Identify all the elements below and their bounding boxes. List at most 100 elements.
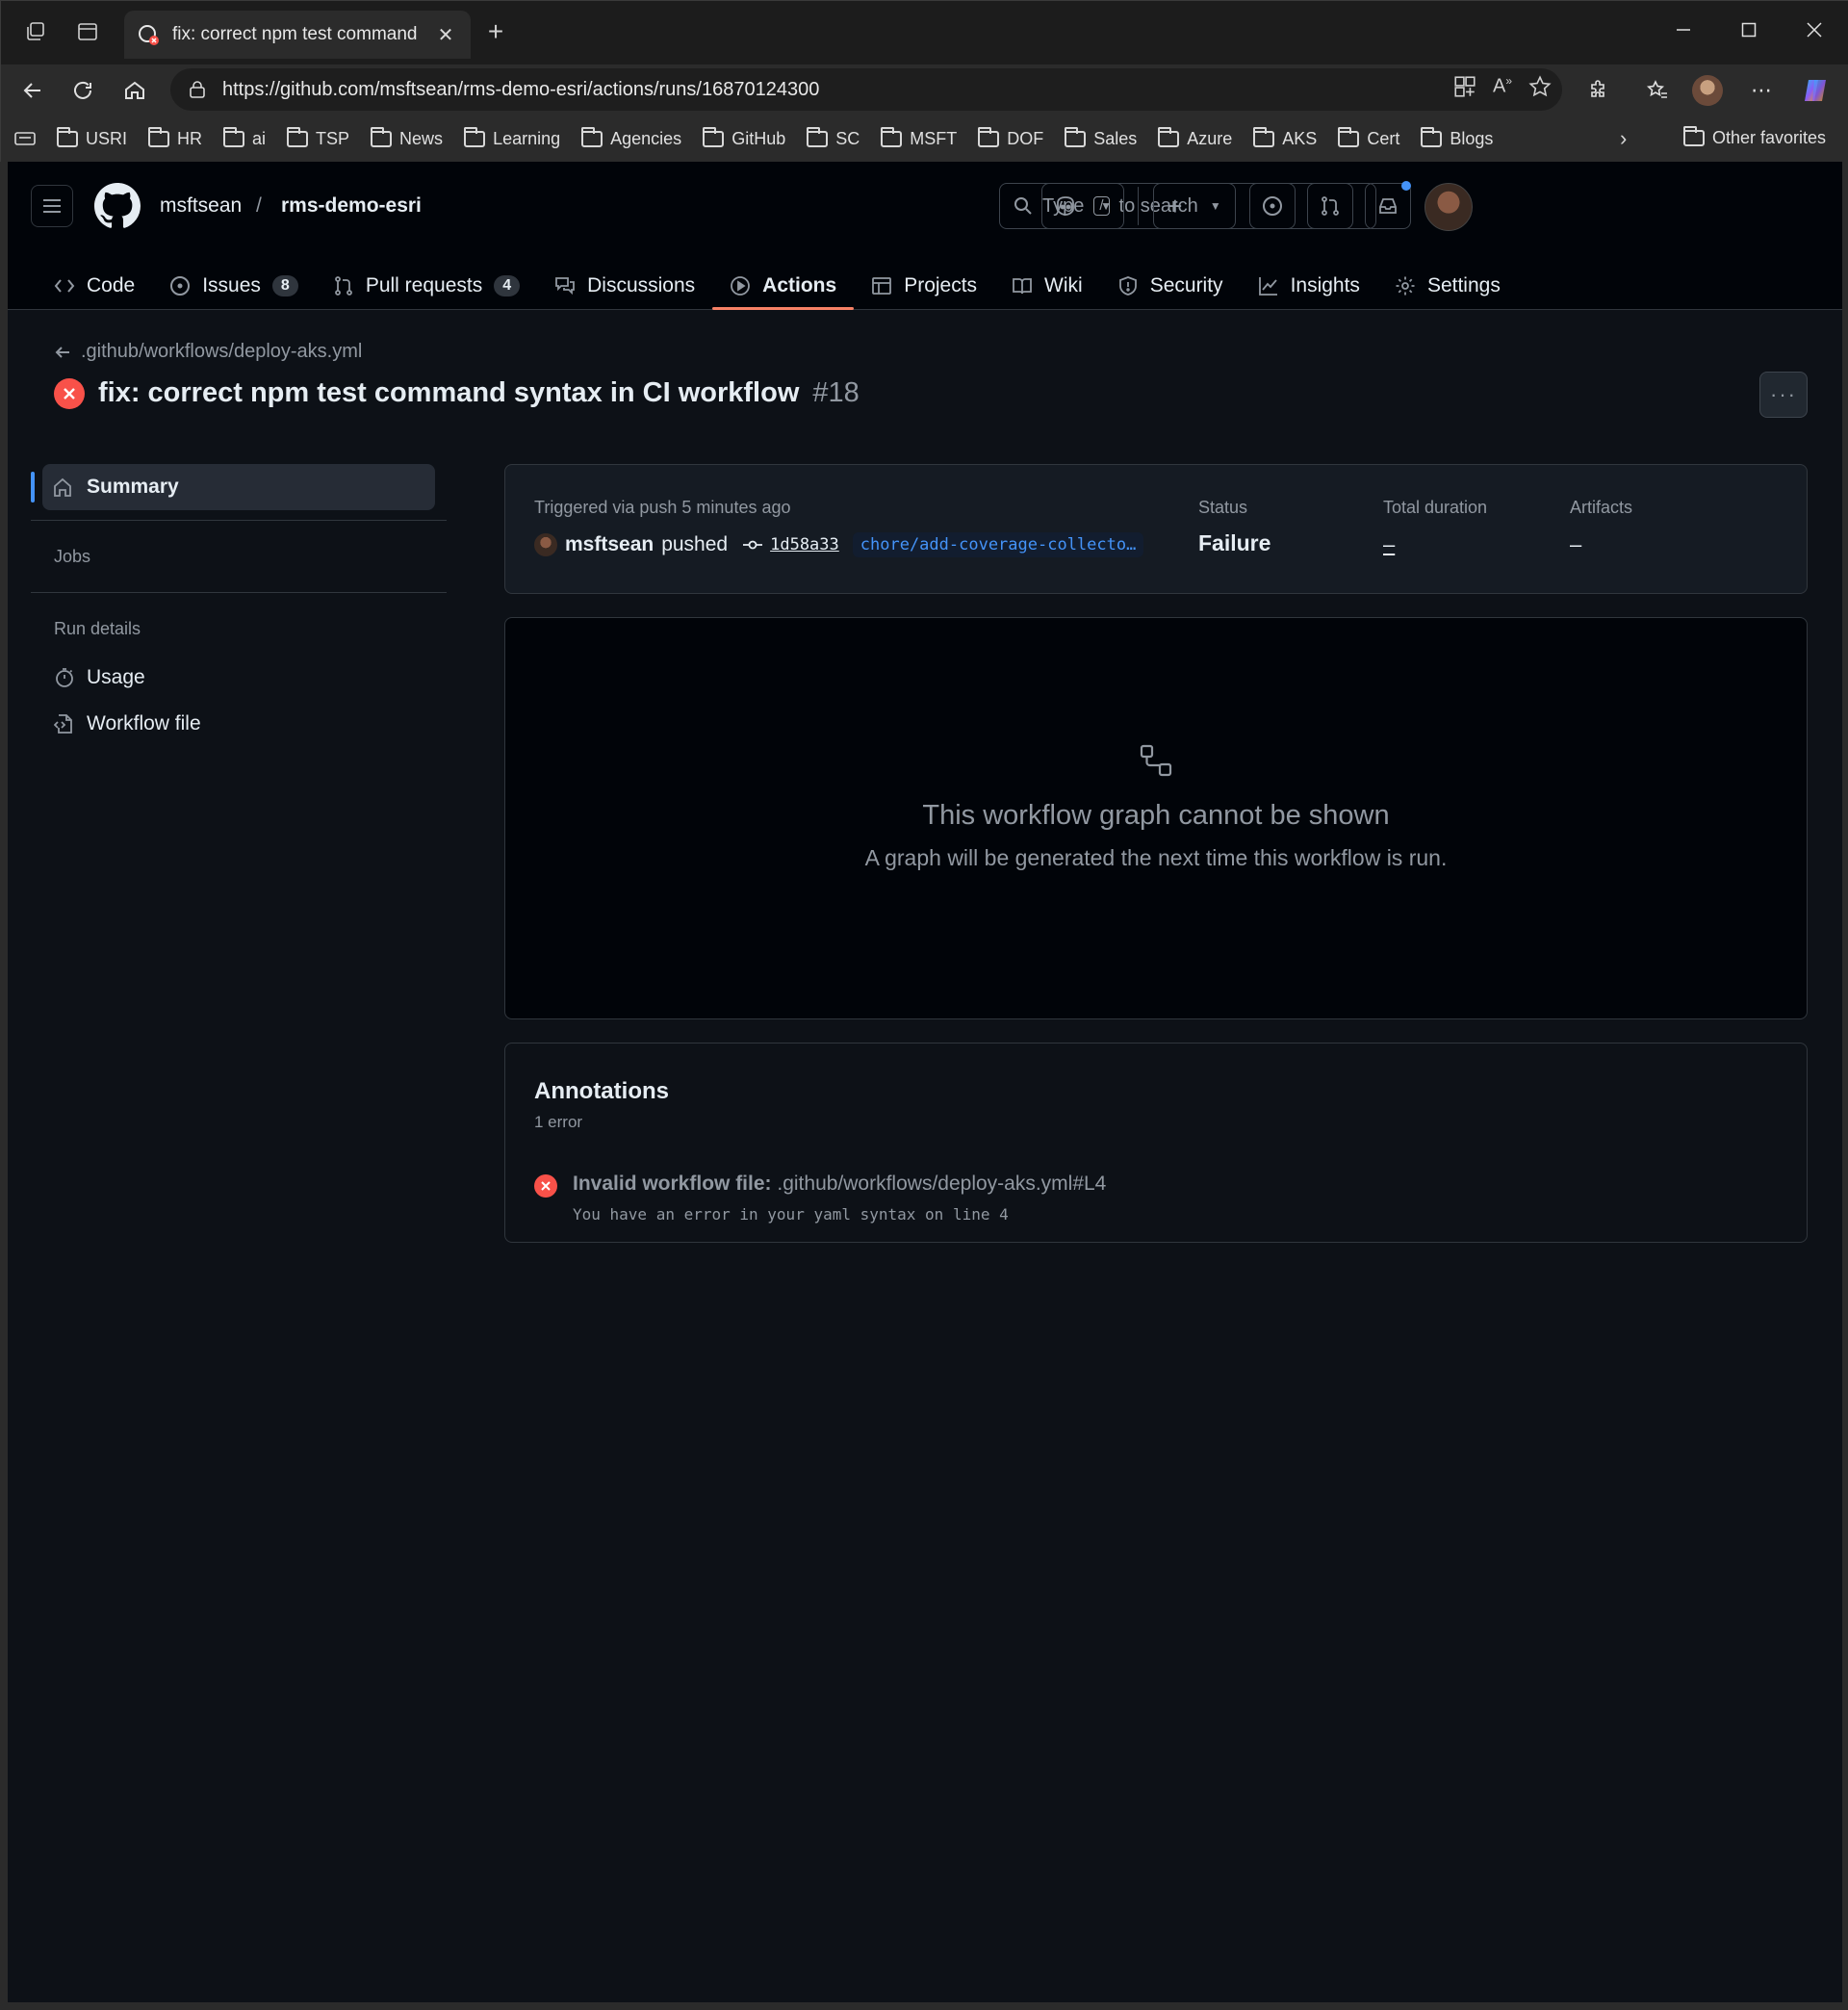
book-icon bbox=[1012, 275, 1033, 296]
settings-more-icon[interactable]: ⋯ bbox=[1743, 72, 1780, 109]
extensions-icon[interactable] bbox=[1579, 72, 1616, 109]
window-frame-right bbox=[1842, 162, 1848, 2010]
home-icon bbox=[52, 477, 73, 498]
sidebar-jobs-heading: Jobs bbox=[54, 546, 91, 566]
read-aloud-icon[interactable]: A» bbox=[1493, 74, 1512, 99]
tab-code[interactable]: Code bbox=[37, 262, 152, 310]
tab-actions[interactable]: Actions bbox=[712, 262, 855, 310]
folder-icon bbox=[1065, 126, 1087, 147]
annotation-error-label: Invalid workflow file: bbox=[573, 1172, 772, 1195]
new-tab-icon[interactable]: + bbox=[478, 14, 513, 49]
annotation-message: You have an error in your yaml syntax on… bbox=[573, 1205, 1009, 1224]
push-info: msftsean pushed 1d58a33 chore/add-covera… bbox=[534, 532, 1144, 557]
bookmark-hr[interactable]: HR bbox=[148, 126, 202, 149]
copilot-icon[interactable] bbox=[1797, 72, 1834, 109]
folder-icon bbox=[807, 126, 829, 147]
close-window-icon[interactable] bbox=[1795, 13, 1834, 47]
annotation-item: Invalid workflow file: .github/workflows… bbox=[534, 1172, 1106, 1224]
bookmark-sales[interactable]: Sales bbox=[1065, 126, 1137, 149]
create-new-button[interactable]: + ▼ bbox=[1153, 183, 1236, 229]
status-label: Status bbox=[1198, 498, 1248, 517]
actor-avatar[interactable] bbox=[534, 533, 557, 556]
notification-dot bbox=[1401, 181, 1411, 191]
minimize-icon[interactable] bbox=[1664, 13, 1703, 47]
bookmark-cert[interactable]: Cert bbox=[1338, 126, 1399, 149]
duration-value[interactable]: – bbox=[1383, 532, 1395, 557]
tab-discussions[interactable]: Discussions bbox=[537, 262, 712, 310]
github-logo-icon[interactable] bbox=[94, 183, 141, 229]
header-divider bbox=[1138, 187, 1139, 225]
refresh-icon[interactable] bbox=[64, 72, 101, 109]
vertical-tabs-icon[interactable] bbox=[70, 14, 105, 49]
folder-icon bbox=[371, 126, 393, 147]
issues-header-button[interactable] bbox=[1249, 183, 1296, 229]
bookmark-dof[interactable]: DOF bbox=[978, 126, 1043, 149]
bookmark-other-favorites[interactable]: Other favorites bbox=[1683, 126, 1826, 148]
bookmark-usri[interactable]: USRI bbox=[57, 126, 127, 149]
user-avatar[interactable] bbox=[1424, 183, 1473, 231]
tab-projects[interactable]: Projects bbox=[854, 262, 994, 310]
back-to-workflow-link[interactable]: .github/workflows/deploy-aks.yml bbox=[54, 341, 362, 363]
breadcrumb-owner[interactable]: msftsean bbox=[160, 194, 242, 218]
bookmark-tsp[interactable]: TSP bbox=[287, 126, 349, 149]
address-bar-row: https://github.com/msftsean/rms-demo-esr… bbox=[1, 64, 1848, 115]
browser-tab-active[interactable]: fix: correct npm test command syntax in … bbox=[124, 11, 471, 59]
bookmark-github[interactable]: GitHub bbox=[703, 126, 785, 149]
bookmark-news[interactable]: News bbox=[371, 126, 443, 149]
bookmark-aks[interactable]: AKS bbox=[1253, 126, 1317, 149]
browser-window: fix: correct npm test command syntax in … bbox=[0, 0, 1848, 163]
repo-nav: Code Issues 8 Pull requests 4 Discussion… bbox=[37, 262, 1518, 310]
more-options-kebab-icon[interactable]: ··· bbox=[1759, 372, 1808, 418]
back-icon[interactable] bbox=[14, 72, 51, 109]
breadcrumb-separator: / bbox=[256, 194, 262, 217]
copilot-button[interactable]: ▼ bbox=[1041, 183, 1124, 229]
tab-insights[interactable]: Insights bbox=[1241, 262, 1377, 310]
annotation-file-link[interactable]: .github/workflows/deploy-aks.yml#L4 bbox=[777, 1172, 1106, 1195]
bookmark-msft[interactable]: MSFT bbox=[881, 126, 957, 149]
commit-sha-link[interactable]: 1d58a33 bbox=[770, 535, 839, 554]
favorites-icon[interactable] bbox=[1639, 72, 1676, 109]
trigger-text: Triggered via push 5 minutes ago bbox=[534, 498, 791, 517]
maximize-icon[interactable] bbox=[1730, 13, 1768, 47]
tab-issues[interactable]: Issues 8 bbox=[152, 262, 316, 310]
pull-requests-header-button[interactable] bbox=[1307, 183, 1353, 229]
site-info-icon[interactable] bbox=[188, 80, 207, 99]
app-available-icon[interactable] bbox=[1452, 74, 1477, 99]
bookmark-azure[interactable]: Azure bbox=[1158, 126, 1232, 149]
favorite-star-icon[interactable] bbox=[1527, 74, 1553, 99]
workspaces-icon[interactable] bbox=[18, 14, 53, 49]
menu-hamburger-icon[interactable] bbox=[31, 185, 73, 227]
tab-pull-requests[interactable]: Pull requests 4 bbox=[316, 262, 537, 310]
bookmark-agencies[interactable]: Agencies bbox=[581, 126, 681, 149]
bookmark-ai[interactable]: ai bbox=[223, 126, 266, 149]
artifacts-label: Artifacts bbox=[1570, 498, 1633, 517]
bookmark-sc[interactable]: SC bbox=[807, 126, 860, 149]
bookmark-blogs[interactable]: Blogs bbox=[1421, 126, 1493, 149]
sidebar-item-summary[interactable]: Summary bbox=[31, 464, 435, 510]
actor-name[interactable]: msftsean bbox=[565, 533, 654, 556]
artifacts-value: – bbox=[1570, 532, 1582, 556]
sidebar-divider bbox=[31, 520, 447, 521]
bookmarks-bar: USRI HR ai TSP News Learning Agencies Gi… bbox=[1, 115, 1848, 163]
run-summary-card: Triggered via push 5 minutes ago msftsea… bbox=[504, 464, 1808, 594]
bookmark-learning[interactable]: Learning bbox=[464, 126, 560, 149]
address-bar[interactable]: https://github.com/msftsean/rms-demo-esr… bbox=[170, 68, 1562, 111]
tab-security[interactable]: Security bbox=[1100, 262, 1241, 310]
tab-close-icon[interactable]: ✕ bbox=[434, 23, 457, 47]
window-frame-left bbox=[0, 162, 8, 2010]
reading-list-icon[interactable] bbox=[14, 130, 36, 147]
sidebar-item-workflow-file[interactable]: Workflow file bbox=[31, 701, 447, 747]
home-icon[interactable] bbox=[116, 72, 153, 109]
play-circle-icon bbox=[730, 275, 751, 296]
gear-icon bbox=[1395, 275, 1416, 296]
tab-settings[interactable]: Settings bbox=[1377, 262, 1518, 310]
breadcrumb-repo[interactable]: rms-demo-esri bbox=[281, 194, 422, 218]
folder-icon bbox=[464, 126, 486, 147]
tab-wiki[interactable]: Wiki bbox=[994, 262, 1100, 310]
sidebar-item-usage[interactable]: Usage bbox=[31, 655, 447, 701]
annotations-card: Annotations 1 error Invalid workflow fil… bbox=[504, 1043, 1808, 1243]
profile-avatar[interactable] bbox=[1689, 72, 1726, 109]
branch-label[interactable]: chore/add-coverage-collecto… bbox=[852, 532, 1144, 557]
chevron-right-icon[interactable]: › bbox=[1620, 126, 1627, 151]
url-text: https://github.com/msftsean/rms-demo-esr… bbox=[222, 78, 820, 100]
